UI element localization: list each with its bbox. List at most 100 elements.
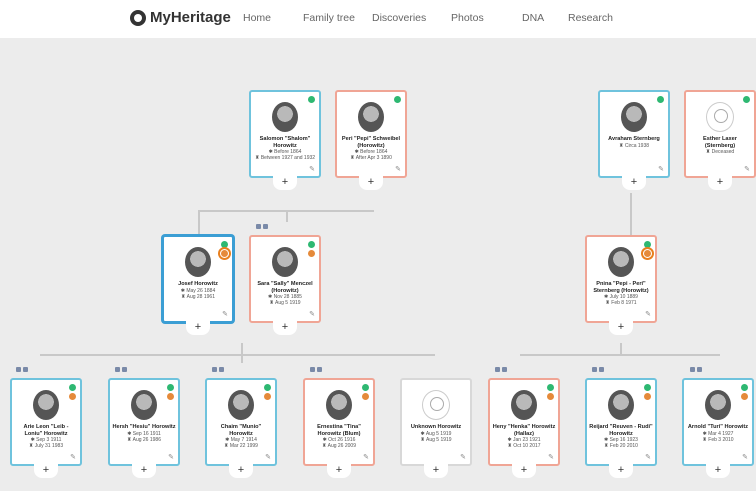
smart-match-icon[interactable] (167, 384, 174, 391)
record-match-icon[interactable] (264, 393, 271, 400)
add-relative-button[interactable]: + (708, 176, 732, 190)
connector-line (520, 354, 720, 356)
nav-home[interactable]: Home (243, 12, 271, 24)
person-name: Esther Laxer (Sternberg) (703, 136, 737, 149)
add-relative-button[interactable]: + (132, 464, 156, 478)
smart-match-icon[interactable] (308, 96, 315, 103)
nav-photos[interactable]: Photos (451, 12, 484, 24)
smart-match-icon[interactable] (69, 384, 76, 391)
edit-icon[interactable]: ✎ (742, 453, 748, 461)
edit-icon[interactable]: ✎ (645, 453, 651, 461)
smart-match-icon[interactable] (362, 384, 369, 391)
person-card-selected[interactable]: Josef Horowitz ✱ May 26 1884 ♜ Aug 28 19… (162, 235, 234, 335)
smart-match-icon[interactable] (308, 241, 315, 248)
edit-icon[interactable]: ✎ (70, 453, 76, 461)
profile-photo (272, 247, 298, 277)
logo-icon (130, 9, 146, 26)
spouse-link-icon[interactable] (495, 367, 507, 372)
person-card[interactable]: Sara "Sally" Menczel (Horowitz) ✱ Nov 28… (249, 235, 321, 335)
edit-icon[interactable]: ✎ (309, 310, 315, 318)
person-card[interactable]: Unknown Horowitz ✱ Aug 5 1919 ♜ Aug 5 19… (400, 378, 472, 478)
edit-icon[interactable]: ✎ (460, 453, 466, 461)
person-card[interactable]: Salomon "Shalom" Horowitz ✱ Before 1864 … (249, 90, 321, 190)
edit-icon[interactable]: ✎ (395, 165, 401, 173)
top-navigation-bar: MyHeritage Home Family tree Discoveries … (0, 0, 756, 38)
person-card[interactable]: Chaim "Munio" Horowitz ✱ May 7 1914 ♜ Ma… (205, 378, 277, 478)
add-relative-button[interactable]: + (609, 464, 633, 478)
edit-icon[interactable]: ✎ (168, 453, 174, 461)
smart-match-icon[interactable] (644, 241, 651, 248)
add-relative-button[interactable]: + (609, 321, 633, 335)
smart-match-icon[interactable] (657, 96, 664, 103)
death-date: ♜ Circa 1938 (618, 142, 650, 149)
spouse-link-icon[interactable] (115, 367, 127, 372)
person-name: Hersh "Hesiu" Horowitz (112, 424, 176, 430)
smart-match-icon[interactable] (221, 241, 228, 248)
record-match-icon[interactable] (644, 393, 651, 400)
death-date: ♜ Aug 28 1961 (181, 293, 215, 300)
spouse-link-icon[interactable] (690, 367, 702, 372)
record-match-icon[interactable] (641, 247, 654, 260)
add-relative-button[interactable]: + (273, 321, 297, 335)
spouse-link-icon[interactable] (16, 367, 28, 372)
edit-icon[interactable]: ✎ (645, 310, 651, 318)
person-card[interactable]: Arnold "Turi" Horowitz ✱ Mar 4 1927 ♜ Fe… (682, 378, 754, 478)
spouse-link-icon[interactable] (310, 367, 322, 372)
nav-dna[interactable]: DNA (522, 12, 544, 24)
add-relative-button[interactable]: + (186, 321, 210, 335)
record-match-icon[interactable] (69, 393, 76, 400)
profile-photo (608, 390, 634, 420)
smart-match-icon[interactable] (264, 384, 271, 391)
person-card[interactable]: Ernestina "Tina" Horowitz (Blum) ✱ Oct 2… (303, 378, 375, 478)
record-match-icon[interactable] (362, 393, 369, 400)
smart-match-icon[interactable] (741, 384, 748, 391)
profile-photo (33, 390, 59, 420)
person-card[interactable]: Pnina "Pepi - Peri" Sternberg (Horowitz)… (585, 235, 657, 335)
death-date: ♜ Oct 10 2017 (507, 443, 541, 450)
record-match-icon[interactable] (308, 250, 315, 257)
edit-icon[interactable]: ✎ (658, 165, 664, 173)
edit-icon[interactable]: ✎ (265, 453, 271, 461)
person-card[interactable]: Arie Leon "Leib - Loniu" Horowitz ✱ Sep … (10, 378, 82, 478)
nav-family-tree[interactable]: Family tree (303, 12, 355, 24)
smart-match-icon[interactable] (644, 384, 651, 391)
edit-icon[interactable]: ✎ (744, 165, 750, 173)
person-card[interactable]: Peri "Pepi" Schweibel (Horowitz) ✱ Befor… (335, 90, 407, 190)
smart-match-icon[interactable] (394, 96, 401, 103)
person-card[interactable]: Hersh "Hesiu" Horowitz ✱ Sep 16 1911 ♜ A… (108, 378, 180, 478)
smart-match-icon[interactable] (547, 384, 554, 391)
profile-photo (326, 390, 352, 420)
edit-icon[interactable]: ✎ (363, 453, 369, 461)
death-date: ♜ Feb 8 1971 (605, 300, 637, 307)
add-relative-button[interactable]: + (424, 464, 448, 478)
spouse-link-icon[interactable] (212, 367, 224, 372)
add-relative-button[interactable]: + (273, 176, 297, 190)
record-match-icon[interactable] (741, 393, 748, 400)
person-name: Heny "Henka" Horowitz (Hallaz) (492, 424, 556, 437)
nav-discoveries[interactable]: Discoveries (372, 12, 426, 24)
profile-photo (511, 390, 537, 420)
record-match-icon[interactable] (218, 247, 231, 260)
add-relative-button[interactable]: + (622, 176, 646, 190)
edit-icon[interactable]: ✎ (309, 165, 315, 173)
profile-photo (272, 102, 298, 132)
add-relative-button[interactable]: + (229, 464, 253, 478)
spouse-link-icon[interactable] (592, 367, 604, 372)
spouse-link-icon[interactable] (256, 224, 268, 229)
edit-icon[interactable]: ✎ (548, 453, 554, 461)
nav-research[interactable]: Research (568, 12, 613, 24)
add-relative-button[interactable]: + (327, 464, 351, 478)
person-card[interactable]: Heny "Henka" Horowitz (Hallaz) ✱ Jan 23 … (488, 378, 560, 478)
person-card[interactable]: Avraham Sternberg ♜ Circa 1938 ✎ + (598, 90, 670, 190)
add-relative-button[interactable]: + (34, 464, 58, 478)
record-match-icon[interactable] (167, 393, 174, 400)
edit-icon[interactable]: ✎ (222, 310, 228, 318)
add-relative-button[interactable]: + (359, 176, 383, 190)
person-card[interactable]: Esther Laxer (Sternberg) ♜ Deceased ✎ + (684, 90, 756, 190)
add-relative-button[interactable]: + (706, 464, 730, 478)
person-card[interactable]: Reijard "Reuven - Rudi" Horowitz ✱ Sep 1… (585, 378, 657, 478)
myheritage-logo[interactable]: MyHeritage (130, 9, 231, 26)
add-relative-button[interactable]: + (512, 464, 536, 478)
smart-match-icon[interactable] (743, 96, 750, 103)
record-match-icon[interactable] (547, 393, 554, 400)
